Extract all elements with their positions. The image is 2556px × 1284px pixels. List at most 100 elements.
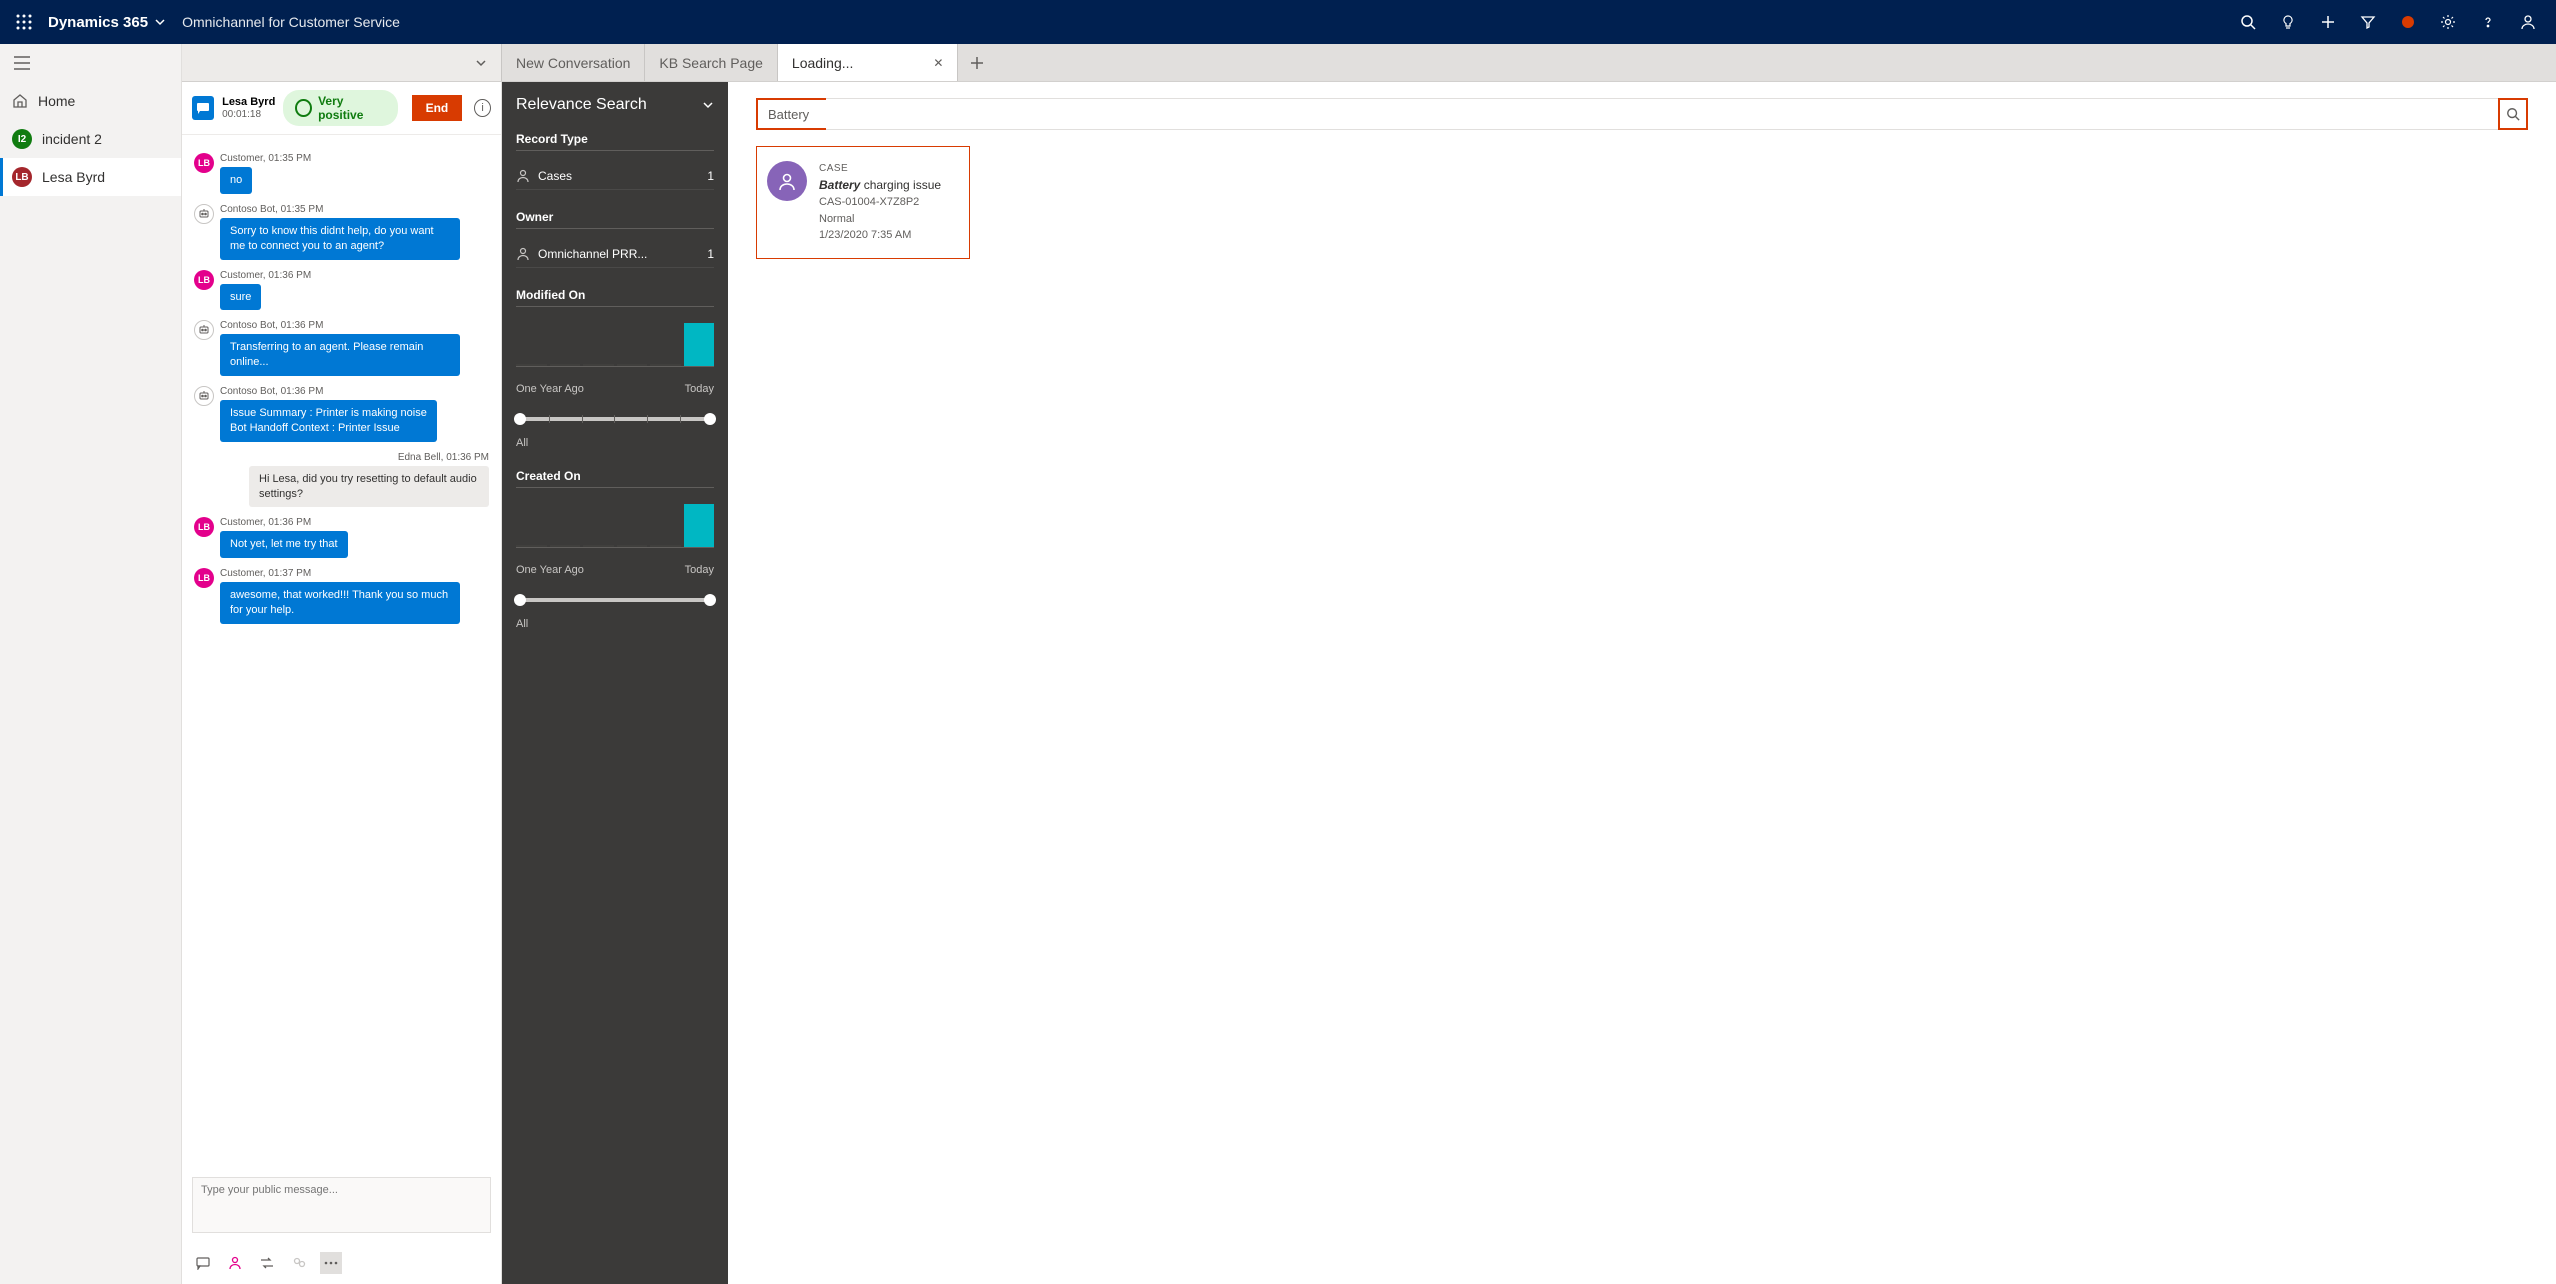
record-type-header: Record Type (516, 132, 714, 151)
waffle-icon[interactable] (8, 14, 40, 30)
search-input[interactable] (756, 98, 826, 130)
transfer-icon[interactable] (256, 1252, 278, 1274)
customer-avatar: LB (194, 568, 214, 588)
person-icon (516, 169, 530, 183)
message-bubble: awesome, that worked!!! Thank you so muc… (220, 582, 460, 624)
info-icon[interactable]: i (474, 99, 491, 117)
quick-reply-icon[interactable] (192, 1252, 214, 1274)
created-slider[interactable] (516, 598, 714, 602)
sidebar-item-label: Lesa Byrd (42, 169, 105, 185)
top-navbar: Dynamics 365 Omnichannel for Customer Se… (0, 0, 2556, 44)
sidebar-home-label: Home (38, 93, 75, 109)
chat-panel: Lesa Byrd 00:01:18 Very positive End i L… (182, 82, 502, 1284)
message-bubble: Issue Summary : Printer is making noise … (220, 400, 437, 442)
more-icon[interactable] (320, 1252, 342, 1274)
bot-avatar-icon (194, 204, 214, 224)
chevron-down-icon (154, 16, 166, 28)
add-tab-button[interactable] (958, 44, 996, 81)
customer-avatar: LB (194, 153, 214, 173)
results-panel: CASE Battery charging issue CAS-01004-X7… (728, 82, 2556, 1284)
left-sidebar: Home I2 incident 2 LB Lesa Byrd (0, 44, 182, 1284)
app-subtitle: Omnichannel for Customer Service (174, 14, 400, 30)
tab-loading[interactable]: Loading... ✕ (778, 44, 959, 81)
chat-message: LB Customer, 01:37 PM awesome, that worked… (194, 568, 489, 624)
consult-icon[interactable] (224, 1252, 246, 1274)
customer-avatar: LB (194, 517, 214, 537)
message-bubble: Not yet, let me try that (220, 531, 348, 558)
person-icon (516, 247, 530, 261)
filter-icon[interactable] (2348, 0, 2388, 44)
search-button[interactable] (2498, 98, 2528, 130)
message-bubble: Transferring to an agent. Please remain … (220, 334, 460, 376)
search-icon (2506, 107, 2520, 121)
modified-header: Modified On (516, 288, 714, 307)
chat-icon (192, 96, 214, 120)
add-icon[interactable] (2308, 0, 2348, 44)
lightbulb-icon[interactable] (2268, 0, 2308, 44)
message-bubble: no (220, 167, 252, 194)
brand-menu[interactable]: Dynamics 365 (40, 14, 174, 31)
notes-icon[interactable] (288, 1252, 310, 1274)
facet-cases[interactable]: Cases 1 (516, 163, 714, 190)
avatar: I2 (12, 129, 32, 149)
chat-log[interactable]: LB Customer, 01:35 PM no Contoso Bot, 01:35… (182, 135, 501, 1169)
tab-strip: New Conversation KB Search Page Loading.… (182, 44, 2556, 82)
chat-message: Contoso Bot, 01:35 PMSorry to know this … (194, 204, 489, 260)
close-icon[interactable]: ✕ (933, 56, 943, 70)
end-button[interactable]: End (412, 95, 463, 121)
message-meta: Customer, 01:37 PM (220, 568, 460, 579)
message-bubble: sure (220, 284, 261, 311)
chat-message: Edna Bell, 01:36 PM Hi Lesa, did you try … (194, 452, 489, 508)
chat-customer-name: Lesa Byrd (222, 96, 275, 108)
chat-message: Contoso Bot, 01:36 PM Transferring to an … (194, 320, 489, 376)
home-icon (12, 93, 28, 109)
settings-icon[interactable] (2428, 0, 2468, 44)
help-icon[interactable] (2468, 0, 2508, 44)
tab-new-conversation[interactable]: New Conversation (502, 44, 645, 81)
created-histogram (516, 504, 714, 548)
modified-slider[interactable] (516, 417, 714, 421)
search-row (756, 98, 2528, 130)
chat-toolbar (182, 1246, 501, 1284)
chat-input-area (182, 1169, 501, 1246)
search-icon[interactable] (2228, 0, 2268, 44)
bot-avatar-icon (194, 320, 214, 340)
owner-header: Owner (516, 210, 714, 229)
customer-avatar: LB (194, 270, 214, 290)
chevron-down-icon[interactable] (702, 99, 714, 111)
chat-header: Lesa Byrd 00:01:18 Very positive End i (182, 82, 501, 135)
sidebar-item-label: incident 2 (42, 131, 102, 147)
chat-message: LBCustomer, 01:36 PMsure (194, 270, 489, 311)
bot-avatar-icon (194, 386, 214, 406)
message-bubble: Sorry to know this didnt help, do you wa… (220, 218, 460, 260)
message-meta: Customer, 01:35 PM (220, 153, 311, 164)
sidebar-item-home[interactable]: Home (0, 82, 181, 120)
session-dropdown[interactable] (182, 44, 502, 81)
message-meta: Customer, 01:36 PM (220, 517, 348, 528)
message-meta: Contoso Bot, 01:36 PM (220, 320, 460, 331)
message-bubble: Hi Lesa, did you try resetting to defaul… (249, 466, 489, 508)
message-meta: Edna Bell, 01:36 PM (249, 452, 489, 463)
presence-dot[interactable] (2388, 0, 2428, 44)
chat-message: LB Customer, 01:36 PM Not yet, let me try … (194, 517, 489, 558)
sentiment-badge: Very positive (283, 90, 397, 126)
chat-message: LB Customer, 01:35 PM no (194, 153, 489, 194)
chat-timer: 00:01:18 (222, 109, 275, 120)
message-meta: Contoso Bot, 01:36 PM (220, 386, 437, 397)
case-avatar-icon (767, 161, 807, 201)
avatar: LB (12, 167, 32, 187)
tab-kb-search[interactable]: KB Search Page (645, 44, 778, 81)
relevance-title: Relevance Search (516, 96, 714, 114)
hamburger-icon[interactable] (0, 44, 181, 82)
smile-icon (295, 99, 312, 117)
result-card[interactable]: CASE Battery charging issue CAS-01004-X7… (756, 146, 970, 259)
account-icon[interactable] (2508, 0, 2548, 44)
modified-histogram (516, 323, 714, 367)
created-header: Created On (516, 469, 714, 488)
chevron-down-icon (475, 57, 487, 69)
chat-input[interactable] (192, 1177, 491, 1233)
sidebar-item-lesa[interactable]: LB Lesa Byrd (0, 158, 181, 196)
relevance-panel: Relevance Search Record Type Cases 1 Own… (502, 82, 728, 1284)
sidebar-item-incident[interactable]: I2 incident 2 (0, 120, 181, 158)
facet-owner[interactable]: Omnichannel PRR... 1 (516, 241, 714, 268)
